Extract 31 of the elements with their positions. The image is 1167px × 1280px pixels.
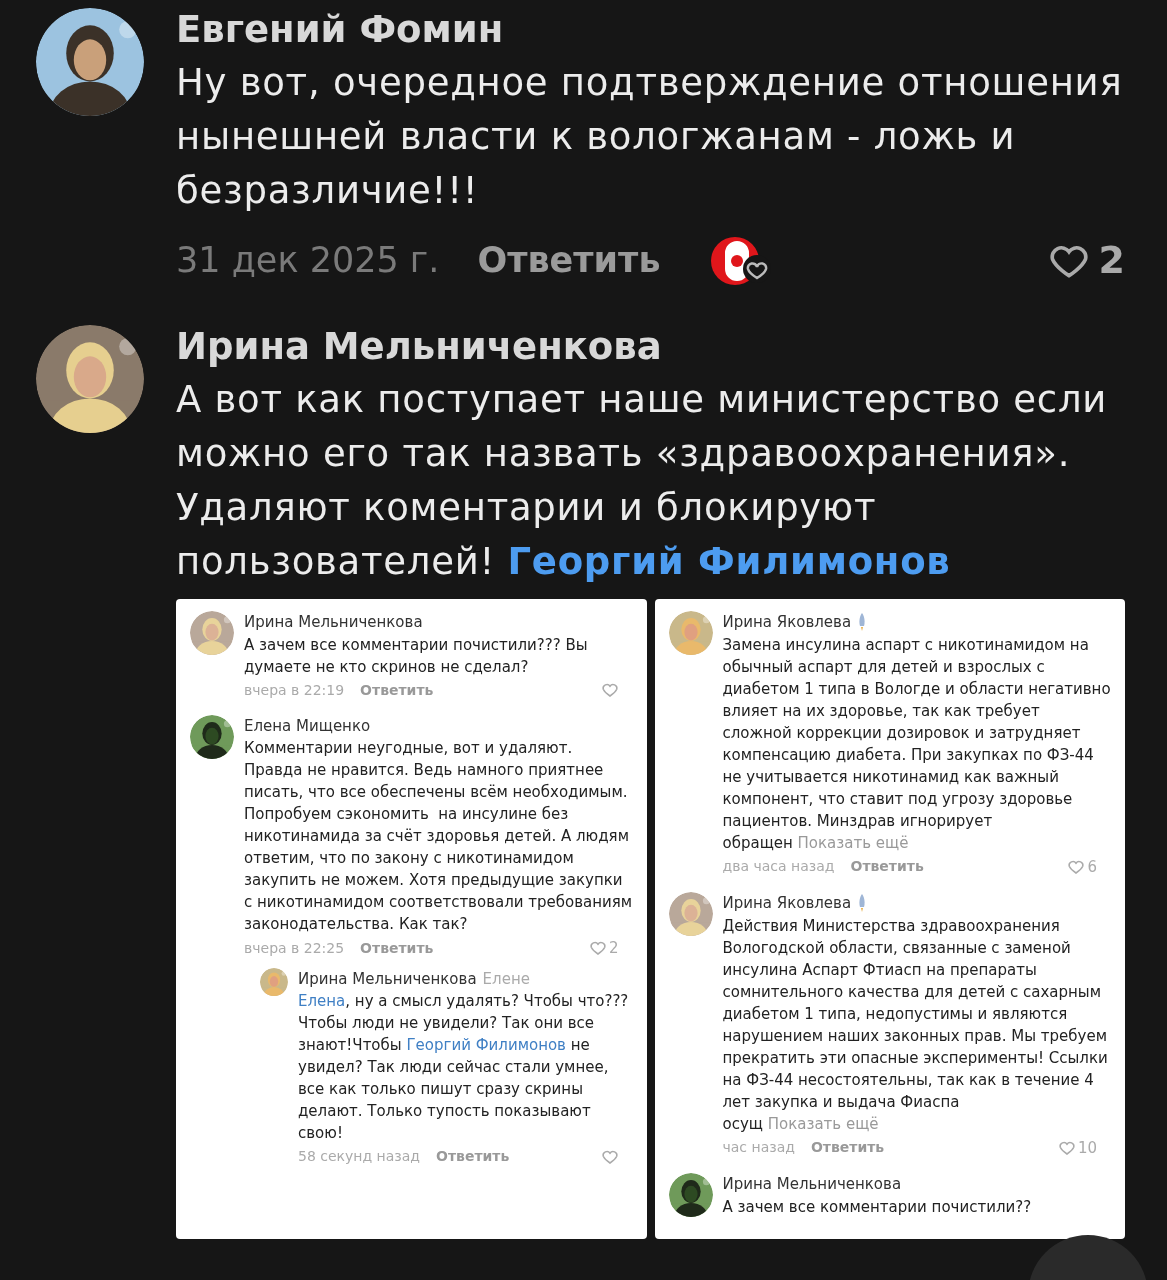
mention-link[interactable]: Георгий Филимонов (507, 540, 951, 583)
like-count: 6 (1087, 856, 1097, 878)
like-count: 2 (608, 938, 619, 959)
comment-time: два часа назад (722, 857, 835, 877)
like-count: 2 (1098, 237, 1125, 284)
comment-text: Действия Министерства здравоохранения Вологодской области, связанные с заменой инсулина Аспарт Фтиасп на препараты сомнительного качества для детей с сахарным диабетом 1 типа, недопустимы и являются нарушением наших законных прав. Мы требуем прекратить эти опасные эксперименты! Ссылки на ФЗ-44 несостоятельны, так как в течение 4 лет закупка и выдача Фиаспа осущ Показать ещё (722, 915, 1109, 1135)
author-name[interactable]: Ирина Мельниченкова (722, 1173, 902, 1196)
comment-text: А вот как поступает наше министерство если можно его так назвать «здравоохранения». Удаляют коментарии и блокируют пользователей! Георгий Филимонов (176, 377, 1109, 585)
addressee: Елене (482, 968, 530, 990)
author-name[interactable]: Елена Мищенко (244, 714, 371, 737)
comment-text: Комментарии неугодные, вот и удаляют. Правда не нравится. Ведь намного приятнее писать, что все обеспечены всём необходимым. Попробуем сэкономить на инсулине без никотинамида за счёт здоровья детей. А людям ответим, что по закону с никотинамидом закупить не можем. Хотя предыдущие закупки с никотинамидом соответствовали требованиям законодательства. Как так? (244, 738, 633, 935)
author-name[interactable]: Ирина Яковлева (722, 892, 852, 915)
comment-text: Замена инсулина аспарт с никотинамидом на обычный аспарт для детей и взрослых с диабетом 1 типа в Вологде и области негативно влияет на их здоровье, так как требует сложной коррекции дозировок и затрудняет компенсацию диабета. При закупках по ФЗ-44 не учитывается никотинамид как важный компонент, что ставит под угрозу здоровье пациентов. Минздрав игнорирует обращен Показать ещё (722, 634, 1111, 854)
author-name[interactable]: Ирина Мельниченкова (244, 611, 423, 634)
comment-time: вчера в 22:19 (244, 680, 345, 700)
author-name[interactable]: Ирина Мельниченкова (176, 325, 1125, 369)
mention-link[interactable]: Георгий Филимонов (406, 1036, 566, 1054)
comment-time: вчера в 22:25 (244, 938, 345, 958)
comment-text: А зачем все комментарии почистили?? (722, 1196, 1033, 1218)
comment-time: час назад (722, 1138, 795, 1158)
comment-text: Ну вот, очередное подтверждение отношения нынешней власти к вологжанам - ложь и безразличие!!! (176, 60, 1124, 214)
reply-button[interactable]: Ответить (477, 234, 661, 287)
comment-text: Елена, ну а смысл удалять? Чтобы что??? Чтобы люди не увидели? Так они все знают!Чтобы Георгий Филимонов не увидел? Так люди сейчас стали умнее, все как только пишут сразу скрины делают. Только тупость показывают свою! (298, 991, 630, 1144)
comment-text: А зачем все комментарии почистили??? Вы думаете не кто скринов не сделал? (244, 634, 589, 678)
author-name[interactable]: Ирина Мельниченкова (298, 967, 477, 990)
comment-time: 58 секунд назад (298, 1147, 421, 1166)
comment-date: 31 дек 2025 г. (176, 239, 440, 283)
mention-link[interactable]: Елена (298, 992, 346, 1010)
author-name[interactable]: Евгений Фомин (176, 8, 1125, 52)
like-count: 10 (1077, 1137, 1097, 1159)
author-name[interactable]: Ирина Яковлева (722, 611, 852, 634)
